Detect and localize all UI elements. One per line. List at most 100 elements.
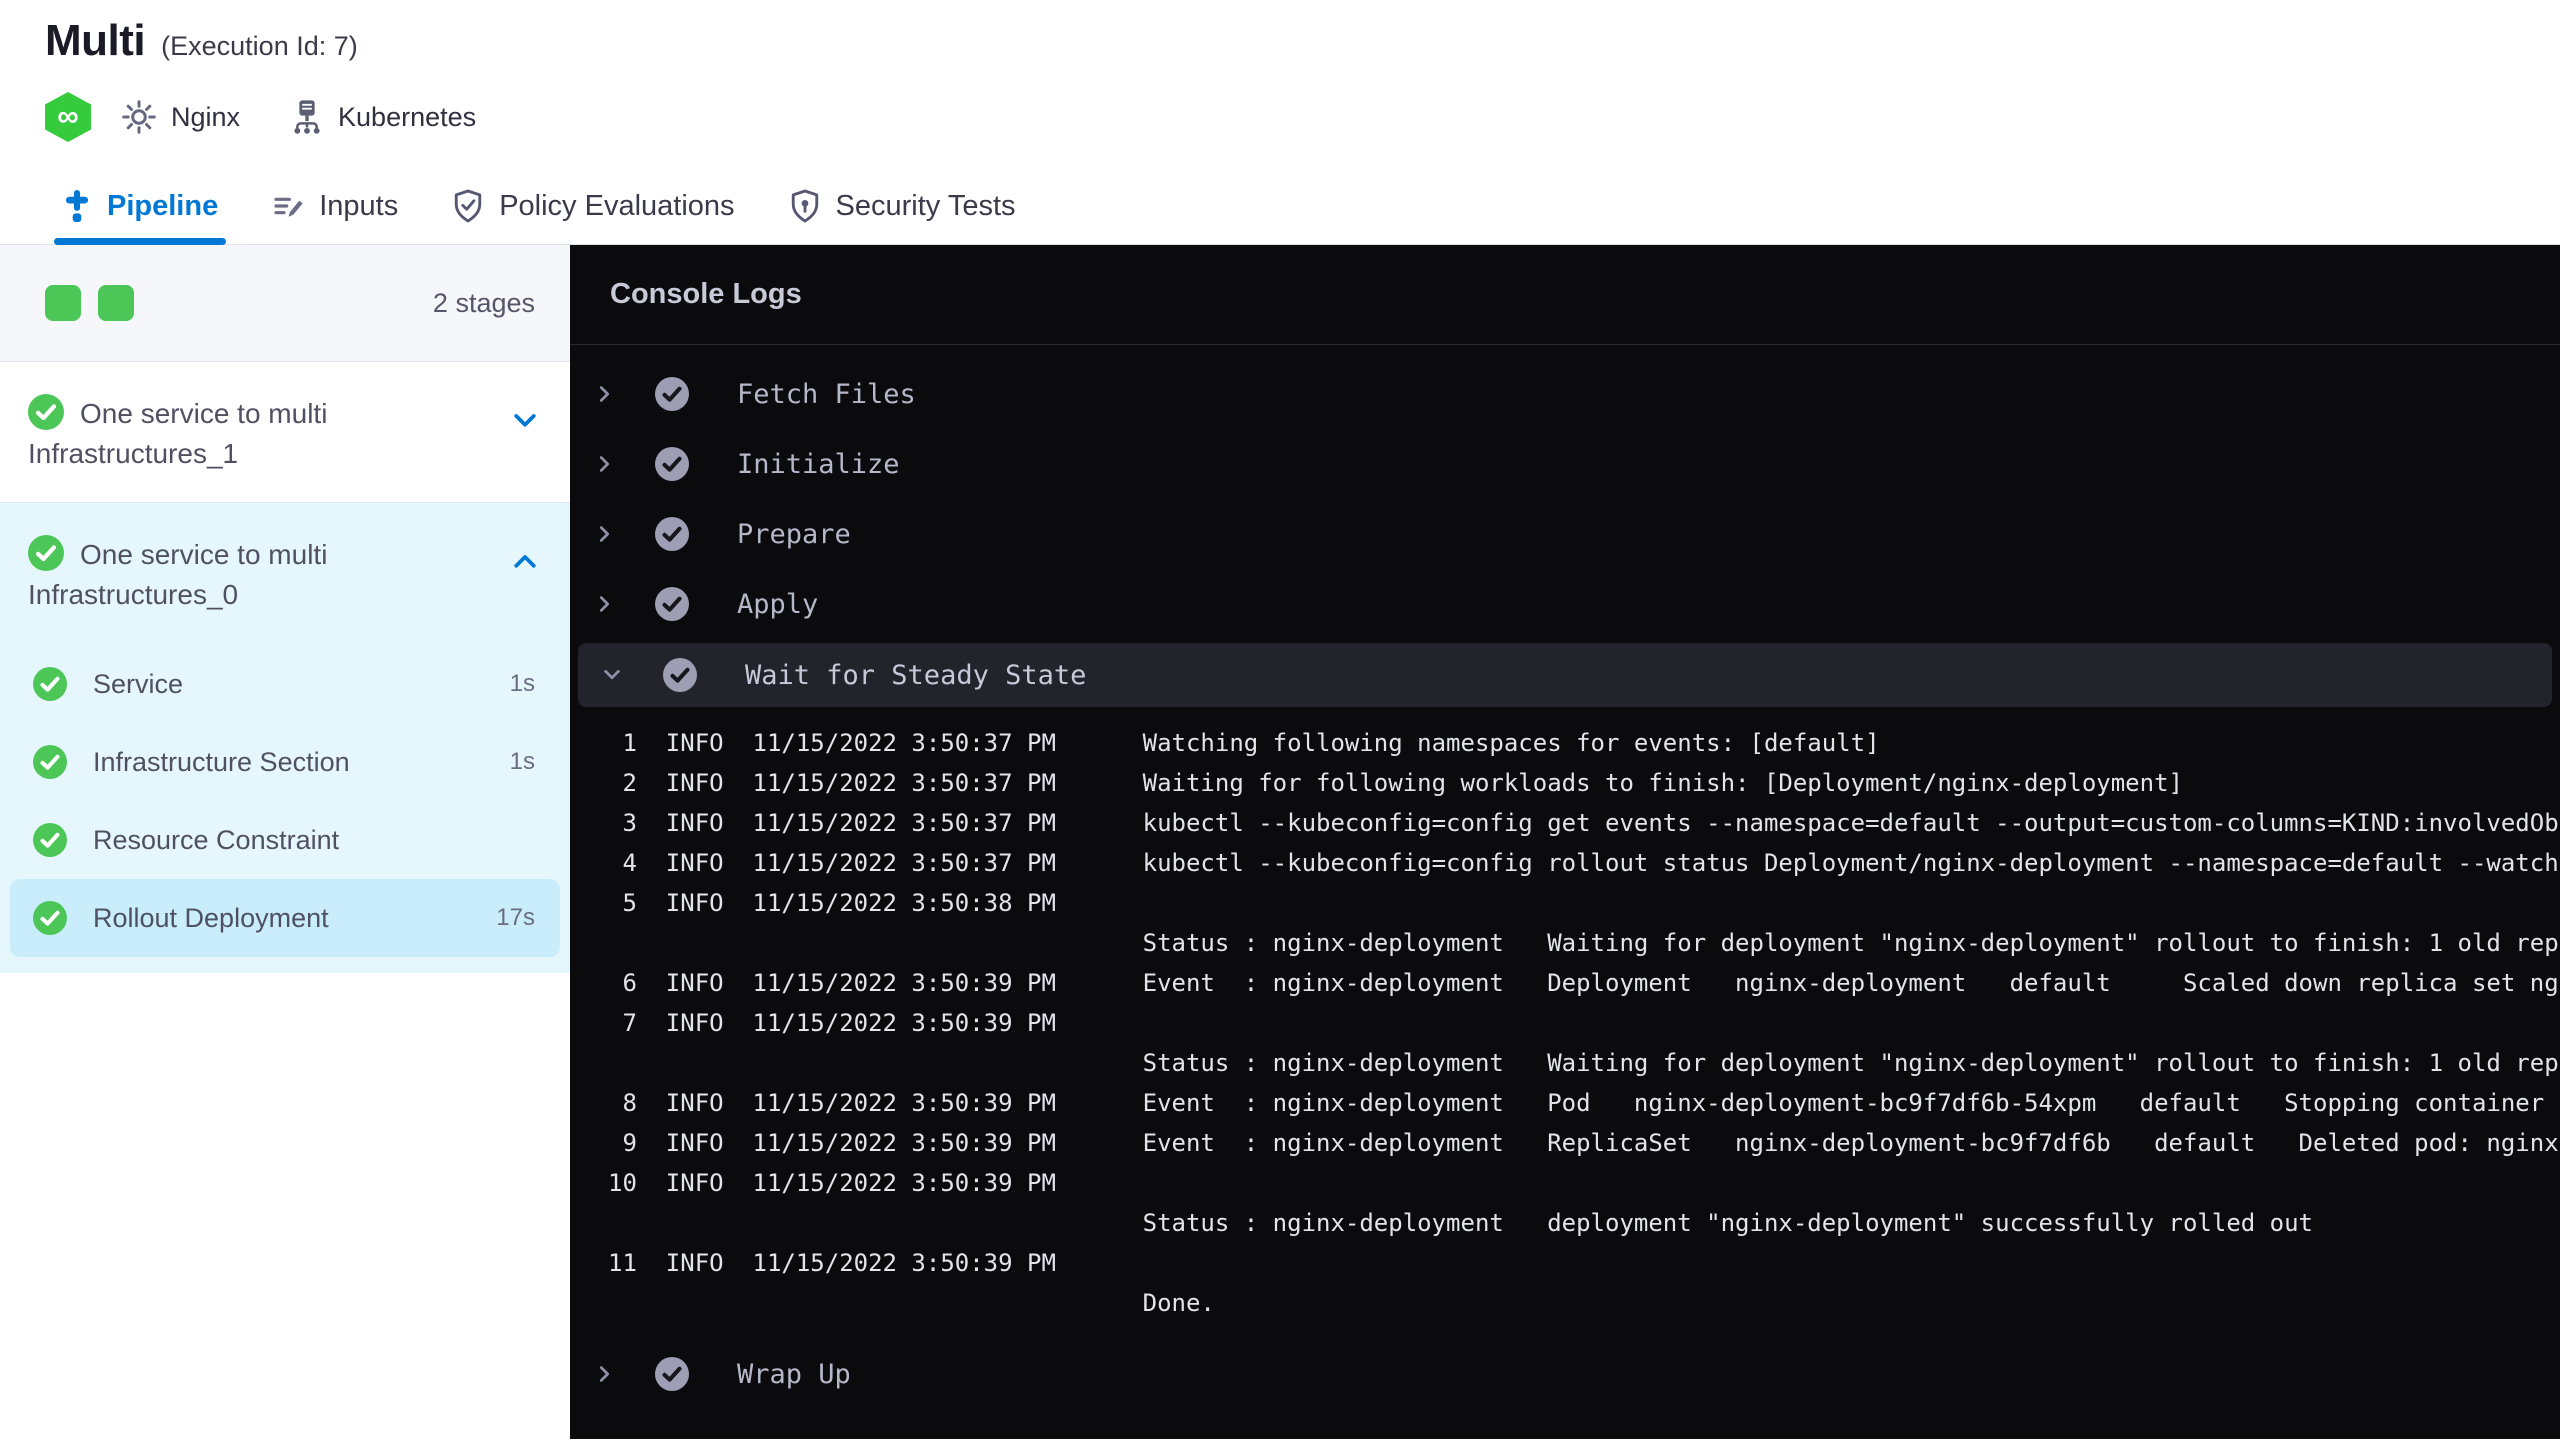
log-line: 7 INFO 11/15/2022 3:50:39 PM — [608, 1009, 1143, 1037]
step-list: Service 1s Infrastructure Section 1s Resou… — [0, 643, 570, 973]
log-line: 11 INFO 11/15/2022 3:50:39 PM — [608, 1249, 1143, 1277]
log-lines: 1 INFO 11/15/2022 3:50:37 PM Watching fo… — [570, 711, 2560, 1339]
stage-square[interactable] — [98, 285, 134, 321]
page-title: Multi — [45, 16, 146, 65]
main-split: 2 stages One service to multi Infrastruc… — [0, 245, 2560, 1439]
log-line: Status : nginx-deployment Waiting for de… — [608, 1049, 2559, 1077]
step-success-icon — [655, 517, 689, 551]
tab-inputs[interactable]: Inputs — [272, 168, 398, 244]
stages-count: 2 stages — [432, 287, 535, 318]
success-check-icon — [33, 823, 67, 857]
console-step-label: Wait for Steady State — [745, 659, 1087, 691]
security-tests-icon — [789, 189, 821, 223]
chevron-right-icon[interactable] — [593, 383, 617, 405]
infrastructure-label: Kubernetes — [338, 101, 477, 132]
title-row: Multi (Execution Id: 7) — [45, 0, 2560, 66]
tab-security-tests[interactable]: Security Tests — [789, 168, 1016, 244]
step-name: Infrastructure Section — [93, 746, 350, 777]
chevron-right-icon[interactable] — [593, 453, 617, 475]
step-success-icon — [655, 1357, 689, 1391]
log-line: 3 INFO 11/15/2022 3:50:37 PM kubectl --k… — [608, 809, 2559, 837]
console-step-wait-for-steady-state[interactable]: Wait for Steady State — [578, 643, 2552, 707]
log-line: Status : nginx-deployment deployment "ng… — [608, 1209, 2314, 1237]
tab-bar: Pipeline Inputs Policy Evaluations Secur… — [0, 168, 2560, 245]
chevron-right-icon[interactable] — [593, 523, 617, 545]
console-step-initialize[interactable]: Initialize — [570, 429, 2560, 499]
step-success-icon — [663, 658, 697, 692]
log-line: Status : nginx-deployment Waiting for de… — [608, 929, 2559, 957]
meta-row: ∞ Nginx Kubernetes — [45, 92, 2560, 142]
stage-header[interactable]: One service to multi Infrastructures_1 — [0, 362, 570, 502]
infrastructure-link[interactable]: Kubernetes — [290, 99, 476, 135]
success-check-icon — [28, 535, 64, 571]
log-line: Done. — [608, 1289, 1215, 1317]
chevron-down-icon[interactable] — [601, 664, 625, 686]
log-line: 1 INFO 11/15/2022 3:50:37 PM Watching fo… — [608, 729, 1880, 757]
tab-label: Inputs — [319, 189, 399, 222]
step-duration: 17s — [496, 904, 535, 931]
log-line: 6 INFO 11/15/2022 3:50:39 PM Event : ngi… — [608, 969, 2559, 997]
console-logs-title: Console Logs — [570, 245, 2560, 345]
step-name: Resource Constraint — [93, 824, 340, 855]
stages-sidebar: 2 stages One service to multi Infrastruc… — [0, 245, 570, 1439]
tab-label: Policy Evaluations — [499, 189, 735, 222]
step-success-icon — [655, 447, 689, 481]
console-step-label: Apply — [737, 588, 819, 620]
success-check-icon — [33, 745, 67, 779]
chevron-down-icon[interactable] — [510, 406, 540, 447]
success-check-icon — [33, 667, 67, 701]
chevron-right-icon[interactable] — [593, 593, 617, 615]
console-step-label: Fetch Files — [737, 378, 916, 410]
stages-summary: 2 stages — [0, 245, 570, 362]
step-duration: 1s — [509, 670, 535, 697]
kubernetes-icon — [290, 99, 324, 135]
service-label: Nginx — [171, 101, 241, 132]
success-check-icon — [28, 394, 64, 430]
step-name: Service — [93, 668, 184, 699]
chevron-up-icon[interactable] — [510, 547, 540, 588]
log-line: 4 INFO 11/15/2022 3:50:37 PM kubectl --k… — [608, 849, 2559, 877]
step-row-resource-constraint[interactable]: Resource Constraint — [0, 801, 570, 879]
step-row-service[interactable]: Service 1s — [0, 645, 570, 723]
pipeline-icon — [62, 190, 92, 222]
step-row-infrastructure-section[interactable]: Infrastructure Section 1s — [0, 723, 570, 801]
tab-label: Pipeline — [107, 189, 219, 222]
log-line: 5 INFO 11/15/2022 3:50:38 PM — [608, 889, 1143, 917]
console-step-label: Wrap Up — [737, 1358, 851, 1390]
log-line: 9 INFO 11/15/2022 3:50:39 PM Event : ngi… — [608, 1129, 2559, 1157]
log-line: 8 INFO 11/15/2022 3:50:39 PM Event : ngi… — [608, 1089, 2559, 1117]
gear-icon — [121, 99, 157, 135]
chevron-right-icon[interactable] — [593, 1363, 617, 1385]
console-body: Fetch Files Initialize Prepare Apply Wai… — [570, 345, 2560, 1409]
stage-list: One service to multi Infrastructures_1 O… — [0, 362, 570, 973]
console-step-label: Prepare — [737, 518, 851, 550]
stage-card-1: One service to multi Infrastructures_0 S… — [0, 503, 570, 973]
stage-card-0: One service to multi Infrastructures_1 — [0, 362, 570, 503]
stage-squares — [45, 285, 151, 321]
console-step-label: Initialize — [737, 448, 900, 480]
tab-pipeline[interactable]: Pipeline — [53, 168, 227, 245]
step-success-icon — [655, 587, 689, 621]
success-check-icon — [33, 901, 67, 935]
inputs-icon — [272, 190, 304, 222]
console-step-fetch-files[interactable]: Fetch Files — [570, 359, 2560, 429]
service-link[interactable]: Nginx — [121, 99, 240, 135]
console-step-prepare[interactable]: Prepare — [570, 499, 2560, 569]
execution-id: (Execution Id: 7) — [161, 31, 358, 61]
tab-label: Security Tests — [835, 189, 1016, 222]
console-step-apply[interactable]: Apply — [570, 569, 2560, 639]
log-line: 2 INFO 11/15/2022 3:50:37 PM Waiting for… — [608, 769, 2183, 797]
harness-cd-icon: ∞ — [45, 92, 91, 142]
console-step-wrap-up[interactable]: Wrap Up — [570, 1339, 2560, 1409]
stage-header[interactable]: One service to multi Infrastructures_0 — [0, 503, 570, 643]
step-name: Rollout Deployment — [93, 902, 329, 933]
tab-policy-evaluations[interactable]: Policy Evaluations — [452, 168, 735, 244]
console-panel: Console Logs Fetch Files Initialize Prep… — [570, 245, 2560, 1439]
policy-evaluations-icon — [452, 189, 484, 223]
stage-square[interactable] — [45, 285, 81, 321]
step-row-rollout-deployment[interactable]: Rollout Deployment 17s — [10, 879, 560, 957]
log-line: 10 INFO 11/15/2022 3:50:39 PM — [608, 1169, 1143, 1197]
step-success-icon — [655, 377, 689, 411]
step-duration: 1s — [509, 748, 535, 775]
execution-header: Multi (Execution Id: 7) ∞ Nginx Kubernet… — [0, 0, 2560, 168]
